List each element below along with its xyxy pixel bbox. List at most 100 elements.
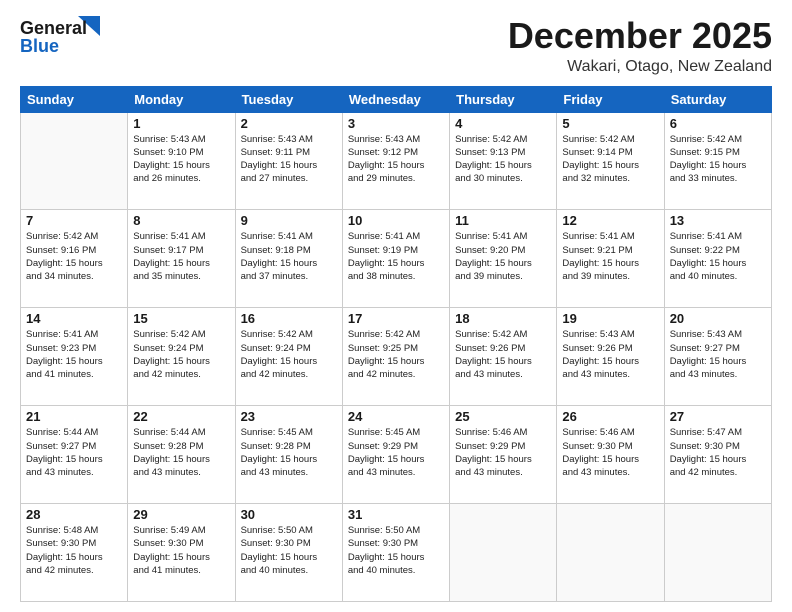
- day-number: 8: [133, 213, 229, 228]
- calendar-header-row: SundayMondayTuesdayWednesdayThursdayFrid…: [21, 86, 772, 112]
- day-info: Sunrise: 5:42 AM Sunset: 9:13 PM Dayligh…: [455, 133, 551, 186]
- calendar-cell: 16 Sunrise: 5:42 AM Sunset: 9:24 PM Dayli…: [235, 308, 342, 406]
- calendar-cell: 12 Sunrise: 5:41 AM Sunset: 9:21 PM Dayli…: [557, 210, 664, 308]
- day-number: 9: [241, 213, 337, 228]
- calendar-week-4: 21 Sunrise: 5:44 AM Sunset: 9:27 PM Dayli…: [21, 406, 772, 504]
- calendar-header-friday: Friday: [557, 86, 664, 112]
- calendar-cell: 24 Sunrise: 5:45 AM Sunset: 9:29 PM Dayli…: [342, 406, 449, 504]
- day-number: 11: [455, 213, 551, 228]
- day-info: Sunrise: 5:45 AM Sunset: 9:29 PM Dayligh…: [348, 426, 444, 479]
- calendar-cell: 8Sunrise: 5:41 AM Sunset: 9:17 PM Daylig…: [128, 210, 235, 308]
- calendar-cell: [557, 504, 664, 602]
- day-number: 20: [670, 311, 766, 326]
- calendar-cell: 27Sunrise: 5:47 AM Sunset: 9:30 PM Dayli…: [664, 406, 771, 504]
- day-info: Sunrise: 5:49 AM Sunset: 9:30 PM Dayligh…: [133, 524, 229, 577]
- day-info: Sunrise: 5:41 AM Sunset: 9:18 PM Dayligh…: [241, 230, 337, 283]
- calendar-week-5: 28 Sunrise: 5:48 AM Sunset: 9:30 PM Dayli…: [21, 504, 772, 602]
- day-info: Sunrise: 5:41 AM Sunset: 9:23 PM Dayligh…: [26, 328, 122, 381]
- day-number: 29: [133, 507, 229, 522]
- day-number: 12: [562, 213, 658, 228]
- day-info: Sunrise: 5:50 AM Sunset: 9:30 PM Dayligh…: [348, 524, 444, 577]
- day-number: 27: [670, 409, 766, 424]
- day-number: 5: [562, 116, 658, 131]
- day-number: 28: [26, 507, 122, 522]
- svg-text:General: General: [20, 18, 87, 38]
- day-number: 21: [26, 409, 122, 424]
- day-number: 23: [241, 409, 337, 424]
- day-info: Sunrise: 5:41 AM Sunset: 9:21 PM Dayligh…: [562, 230, 658, 283]
- day-info: Sunrise: 5:50 AM Sunset: 9:30 PM Dayligh…: [241, 524, 337, 577]
- calendar-cell: 22Sunrise: 5:44 AM Sunset: 9:28 PM Dayli…: [128, 406, 235, 504]
- calendar-cell: 9 Sunrise: 5:41 AM Sunset: 9:18 PM Daylig…: [235, 210, 342, 308]
- calendar-cell: 18Sunrise: 5:42 AM Sunset: 9:26 PM Dayli…: [450, 308, 557, 406]
- day-number: 25: [455, 409, 551, 424]
- calendar-cell: 2Sunrise: 5:43 AM Sunset: 9:11 PM Daylig…: [235, 112, 342, 210]
- calendar-cell: 23 Sunrise: 5:45 AM Sunset: 9:28 PM Dayli…: [235, 406, 342, 504]
- day-info: Sunrise: 5:43 AM Sunset: 9:11 PM Dayligh…: [241, 133, 337, 186]
- calendar-cell: 4 Sunrise: 5:42 AM Sunset: 9:13 PM Daylig…: [450, 112, 557, 210]
- day-number: 16: [241, 311, 337, 326]
- svg-text:Blue: Blue: [20, 36, 59, 56]
- day-info: Sunrise: 5:42 AM Sunset: 9:25 PM Dayligh…: [348, 328, 444, 381]
- day-info: Sunrise: 5:42 AM Sunset: 9:15 PM Dayligh…: [670, 133, 766, 186]
- calendar-cell: 21 Sunrise: 5:44 AM Sunset: 9:27 PM Dayli…: [21, 406, 128, 504]
- calendar-cell: 19Sunrise: 5:43 AM Sunset: 9:26 PM Dayli…: [557, 308, 664, 406]
- day-number: 30: [241, 507, 337, 522]
- day-number: 24: [348, 409, 444, 424]
- calendar-table: SundayMondayTuesdayWednesdayThursdayFrid…: [20, 86, 772, 602]
- day-number: 7: [26, 213, 122, 228]
- day-info: Sunrise: 5:41 AM Sunset: 9:20 PM Dayligh…: [455, 230, 551, 283]
- calendar-cell: 31 Sunrise: 5:50 AM Sunset: 9:30 PM Dayli…: [342, 504, 449, 602]
- day-info: Sunrise: 5:44 AM Sunset: 9:27 PM Dayligh…: [26, 426, 122, 479]
- header: GeneralBlue December 2025 Wakari, Otago,…: [20, 16, 772, 76]
- logo-area: GeneralBlue: [20, 16, 100, 60]
- day-info: Sunrise: 5:41 AM Sunset: 9:22 PM Dayligh…: [670, 230, 766, 283]
- calendar-cell: 30 Sunrise: 5:50 AM Sunset: 9:30 PM Dayli…: [235, 504, 342, 602]
- calendar-cell: [450, 504, 557, 602]
- calendar-header-saturday: Saturday: [664, 86, 771, 112]
- day-number: 31: [348, 507, 444, 522]
- day-number: 1: [133, 116, 229, 131]
- day-number: 6: [670, 116, 766, 131]
- day-info: Sunrise: 5:45 AM Sunset: 9:28 PM Dayligh…: [241, 426, 337, 479]
- calendar-header-sunday: Sunday: [21, 86, 128, 112]
- day-number: 14: [26, 311, 122, 326]
- day-info: Sunrise: 5:48 AM Sunset: 9:30 PM Dayligh…: [26, 524, 122, 577]
- calendar-cell: 17 Sunrise: 5:42 AM Sunset: 9:25 PM Dayli…: [342, 308, 449, 406]
- day-number: 26: [562, 409, 658, 424]
- calendar-header-wednesday: Wednesday: [342, 86, 449, 112]
- day-info: Sunrise: 5:44 AM Sunset: 9:28 PM Dayligh…: [133, 426, 229, 479]
- day-number: 4: [455, 116, 551, 131]
- day-info: Sunrise: 5:42 AM Sunset: 9:24 PM Dayligh…: [241, 328, 337, 381]
- calendar-cell: 25 Sunrise: 5:46 AM Sunset: 9:29 PM Dayli…: [450, 406, 557, 504]
- day-info: Sunrise: 5:46 AM Sunset: 9:29 PM Dayligh…: [455, 426, 551, 479]
- calendar-cell: [21, 112, 128, 210]
- day-info: Sunrise: 5:46 AM Sunset: 9:30 PM Dayligh…: [562, 426, 658, 479]
- day-number: 18: [455, 311, 551, 326]
- calendar-cell: 11 Sunrise: 5:41 AM Sunset: 9:20 PM Dayli…: [450, 210, 557, 308]
- calendar-week-3: 14 Sunrise: 5:41 AM Sunset: 9:23 PM Dayli…: [21, 308, 772, 406]
- day-info: Sunrise: 5:43 AM Sunset: 9:27 PM Dayligh…: [670, 328, 766, 381]
- day-number: 15: [133, 311, 229, 326]
- calendar-cell: [664, 504, 771, 602]
- day-info: Sunrise: 5:43 AM Sunset: 9:12 PM Dayligh…: [348, 133, 444, 186]
- logo-icon: GeneralBlue: [20, 16, 100, 60]
- calendar-week-2: 7Sunrise: 5:42 AM Sunset: 9:16 PM Daylig…: [21, 210, 772, 308]
- calendar-cell: 6 Sunrise: 5:42 AM Sunset: 9:15 PM Daylig…: [664, 112, 771, 210]
- calendar-cell: 5Sunrise: 5:42 AM Sunset: 9:14 PM Daylig…: [557, 112, 664, 210]
- calendar-cell: 28 Sunrise: 5:48 AM Sunset: 9:30 PM Dayli…: [21, 504, 128, 602]
- day-number: 3: [348, 116, 444, 131]
- calendar-cell: 7Sunrise: 5:42 AM Sunset: 9:16 PM Daylig…: [21, 210, 128, 308]
- day-info: Sunrise: 5:43 AM Sunset: 9:10 PM Dayligh…: [133, 133, 229, 186]
- location: Wakari, Otago, New Zealand: [508, 58, 772, 76]
- calendar-cell: 10Sunrise: 5:41 AM Sunset: 9:19 PM Dayli…: [342, 210, 449, 308]
- calendar-header-thursday: Thursday: [450, 86, 557, 112]
- title-area: December 2025 Wakari, Otago, New Zealand: [508, 16, 772, 76]
- calendar-cell: 1 Sunrise: 5:43 AM Sunset: 9:10 PM Daylig…: [128, 112, 235, 210]
- day-number: 17: [348, 311, 444, 326]
- calendar-header-tuesday: Tuesday: [235, 86, 342, 112]
- calendar-cell: 29 Sunrise: 5:49 AM Sunset: 9:30 PM Dayli…: [128, 504, 235, 602]
- page: GeneralBlue December 2025 Wakari, Otago,…: [0, 0, 792, 612]
- day-number: 19: [562, 311, 658, 326]
- day-info: Sunrise: 5:41 AM Sunset: 9:19 PM Dayligh…: [348, 230, 444, 283]
